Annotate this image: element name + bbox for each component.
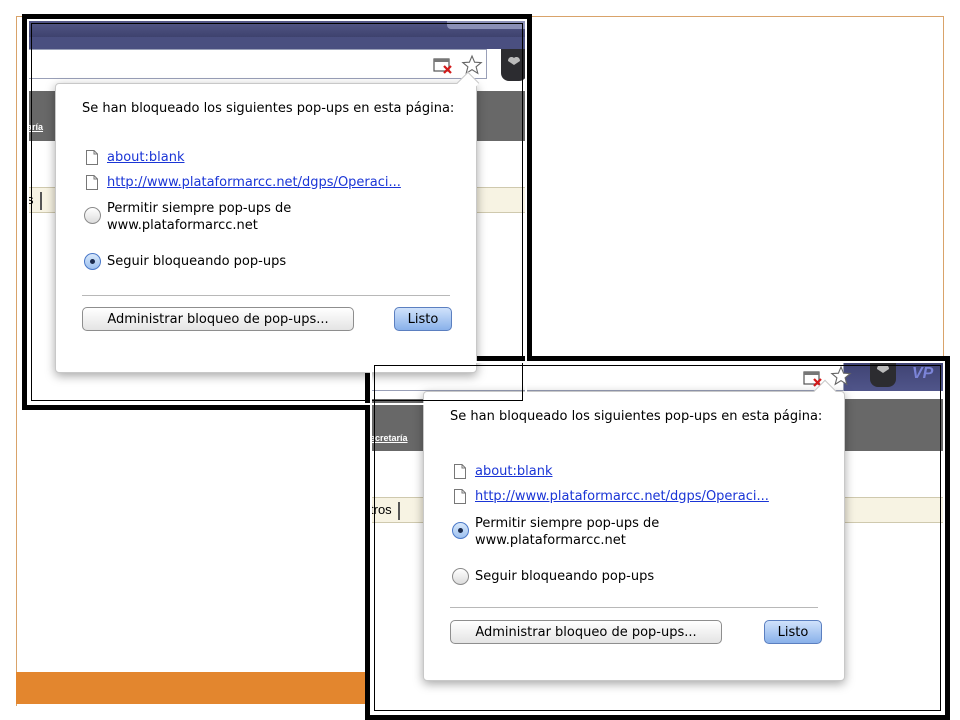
bubble-separator bbox=[450, 607, 818, 608]
block-popups-option[interactable]: Seguir bloqueando pop-ups bbox=[84, 253, 286, 270]
blocked-link-row: http://www.plataformarcc.net/dgps/Operac… bbox=[454, 487, 769, 505]
browser-tabstrip bbox=[27, 19, 527, 37]
star-icon[interactable] bbox=[830, 365, 852, 387]
popup-blocked-bubble: Se han bloqueado los siguientes pop-ups … bbox=[423, 379, 845, 681]
screenshot-panel-2: VP ecretaría tros Se han bloqueado los s… bbox=[365, 356, 950, 720]
document-icon bbox=[454, 488, 466, 504]
document-icon bbox=[86, 174, 98, 190]
blocked-link-row: about:blank bbox=[454, 462, 553, 480]
star-icon[interactable] bbox=[461, 54, 483, 76]
popup-blocked-icon[interactable] bbox=[433, 57, 453, 75]
blocked-link-row: http://www.plataformarcc.net/dgps/Operac… bbox=[86, 173, 401, 191]
allow-popups-label: Permitir siempre pop-ups de www.platafor… bbox=[475, 516, 660, 548]
bubble-title: Se han bloqueado los siguientes pop-ups … bbox=[450, 409, 823, 424]
block-popups-radio[interactable] bbox=[84, 253, 101, 270]
block-popups-label: Seguir bloqueando pop-ups bbox=[107, 254, 287, 269]
extension-icon[interactable] bbox=[501, 49, 527, 81]
allow-popups-label: Permitir siempre pop-ups de www.platafor… bbox=[107, 201, 292, 233]
allow-popups-option[interactable]: Permitir siempre pop-ups de www.platafor… bbox=[84, 200, 337, 234]
site-tab[interactable]: s bbox=[27, 192, 42, 210]
blocked-link[interactable]: about:blank bbox=[107, 150, 185, 165]
allow-popups-option[interactable]: Permitir siempre pop-ups de www.platafor… bbox=[452, 515, 705, 549]
allow-popups-radio[interactable] bbox=[452, 522, 469, 539]
vp-extension-label: VP bbox=[912, 365, 934, 382]
nav-link[interactable]: ecretaría bbox=[370, 433, 408, 443]
blocked-link[interactable]: http://www.plataformarcc.net/dgps/Operac… bbox=[475, 489, 769, 504]
block-popups-radio[interactable] bbox=[452, 568, 469, 585]
extension-icon[interactable] bbox=[870, 361, 896, 387]
blocked-link[interactable]: http://www.plataformarcc.net/dgps/Operac… bbox=[107, 175, 401, 190]
nav-link[interactable]: aría bbox=[27, 122, 43, 132]
block-popups-option[interactable]: Seguir bloqueando pop-ups bbox=[452, 568, 654, 585]
manage-popup-blocking-button[interactable]: Administrar bloqueo de pop-ups... bbox=[450, 620, 722, 644]
done-button[interactable]: Listo bbox=[764, 620, 822, 644]
document-icon bbox=[86, 149, 98, 165]
blocked-link-row: about:blank bbox=[86, 148, 185, 166]
done-button[interactable]: Listo bbox=[394, 307, 452, 331]
allow-popups-radio[interactable] bbox=[84, 207, 101, 224]
blocked-link[interactable]: about:blank bbox=[475, 464, 553, 479]
address-bar[interactable] bbox=[27, 49, 487, 79]
popup-blocked-bubble: Se han bloqueado los siguientes pop-ups … bbox=[55, 71, 480, 373]
document-icon bbox=[454, 463, 466, 479]
browser-toolbar bbox=[27, 37, 527, 49]
bubble-separator bbox=[82, 295, 450, 296]
block-popups-label: Seguir bloqueando pop-ups bbox=[475, 569, 655, 584]
bubble-title: Se han bloqueado los siguientes pop-ups … bbox=[82, 101, 455, 116]
screenshot-panel-1: aría s Se han bloqueado los siguientes p… bbox=[22, 14, 532, 410]
browser-tab[interactable] bbox=[447, 19, 527, 29]
site-tab[interactable]: tros bbox=[370, 502, 400, 520]
manage-popup-blocking-button[interactable]: Administrar bloqueo de pop-ups... bbox=[82, 307, 354, 331]
